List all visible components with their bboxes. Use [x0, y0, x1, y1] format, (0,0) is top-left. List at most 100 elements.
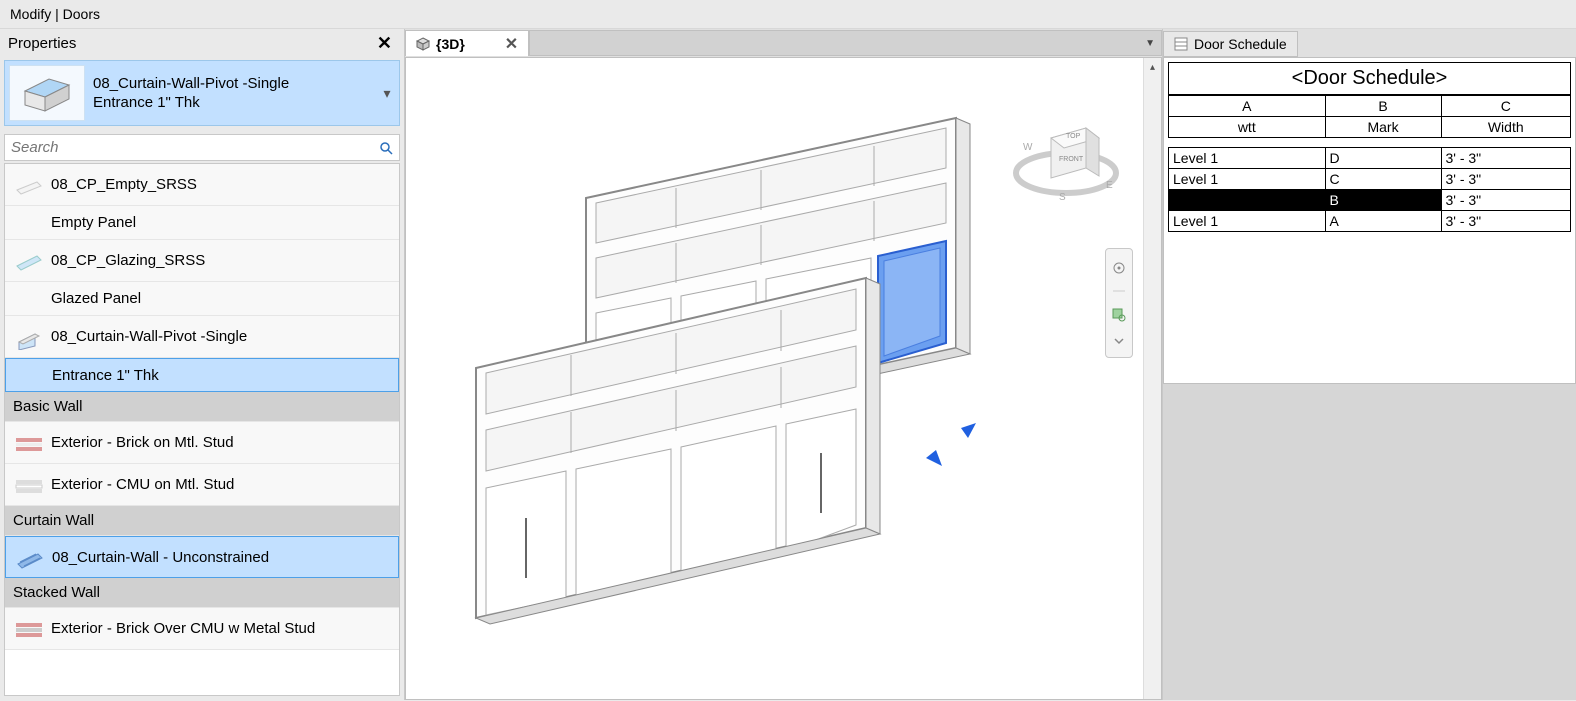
- schedule-cell[interactable]: D: [1325, 148, 1441, 169]
- properties-header-label: Properties: [8, 35, 76, 52]
- type-list-item[interactable]: 08_Curtain-Wall - Unconstrained: [5, 536, 399, 578]
- type-list-item[interactable]: 08_CP_Empty_SRSS: [5, 164, 399, 206]
- properties-panel: Properties ✕ 08_Curtain-Wall-Pivot -Sing…: [0, 29, 405, 700]
- type-item-label: Exterior - Brick Over CMU w Metal Stud: [51, 620, 315, 637]
- search-field[interactable]: [11, 139, 379, 156]
- view-cube[interactable]: W E S TOP FRONT: [1011, 98, 1121, 208]
- schedule-cell[interactable]: 3' - 3": [1441, 148, 1571, 169]
- type-icon: [11, 428, 47, 458]
- type-list-item[interactable]: Exterior - CMU on Mtl. Stud: [5, 464, 399, 506]
- tab-strip: ▼: [529, 30, 1162, 56]
- schedule-col-letter[interactable]: C: [1441, 96, 1571, 117]
- type-list-item[interactable]: 08_Curtain-Wall-Pivot -Single: [5, 316, 399, 358]
- scroll-up-icon[interactable]: ▴: [1144, 58, 1161, 76]
- search-icon[interactable]: [379, 141, 393, 155]
- schedule-table[interactable]: ABCwttMarkWidthLevel 1D3' - 3"Level 1C3'…: [1168, 95, 1571, 232]
- schedule-col-name[interactable]: wtt: [1169, 117, 1326, 138]
- type-item-label: Entrance 1" Thk: [52, 367, 159, 384]
- type-icon: [11, 470, 47, 500]
- type-item-label: Glazed Panel: [51, 290, 141, 307]
- type-item-label: Exterior - CMU on Mtl. Stud: [51, 476, 234, 493]
- type-list: 08_CP_Empty_SRSS Empty Panel 08_CP_Glazing…: [4, 163, 400, 696]
- type-group-header: Stacked Wall: [5, 578, 399, 608]
- close-icon[interactable]: ✕: [373, 33, 396, 54]
- properties-header: Properties ✕: [0, 29, 404, 58]
- chevron-down-icon[interactable]: ▾: [379, 85, 395, 102]
- tab-overflow-icon[interactable]: ▼: [1145, 38, 1155, 49]
- schedule-title: <Door Schedule>: [1168, 62, 1571, 95]
- type-item-label: Basic Wall: [13, 398, 82, 415]
- type-item-label: 08_CP_Glazing_SRSS: [51, 252, 205, 269]
- schedule-cell[interactable]: A: [1325, 211, 1441, 232]
- schedule-col-letter[interactable]: B: [1325, 96, 1441, 117]
- navigation-bar[interactable]: [1105, 248, 1133, 358]
- type-item-label: Exterior - Brick on Mtl. Stud: [51, 434, 234, 451]
- view-tabs: {3D} ✕ ▼: [405, 29, 1162, 57]
- schedule-row[interactable]: B3' - 3": [1169, 190, 1571, 211]
- type-group-header: Basic Wall: [5, 392, 399, 422]
- schedule-icon: [1174, 37, 1188, 51]
- schedule-cell[interactable]: 3' - 3": [1441, 169, 1571, 190]
- schedule-cell[interactable]: 3' - 3": [1441, 211, 1571, 232]
- type-icon: [11, 614, 47, 644]
- type-icon: [12, 542, 48, 572]
- type-list-item[interactable]: Glazed Panel: [5, 282, 399, 316]
- navcube-e: E: [1106, 180, 1113, 191]
- type-list-item[interactable]: Entrance 1" Thk: [5, 358, 399, 392]
- type-icon: [11, 322, 47, 352]
- schedule-cell[interactable]: B: [1325, 190, 1441, 211]
- navcube-top: TOP: [1066, 133, 1081, 140]
- schedule-cell[interactable]: C: [1325, 169, 1441, 190]
- type-icon: [11, 246, 47, 276]
- chevron-down-icon[interactable]: [1111, 336, 1127, 346]
- type-group-header: Curtain Wall: [5, 506, 399, 536]
- type-item-label: 08_Curtain-Wall - Unconstrained: [52, 549, 269, 566]
- type-list-item[interactable]: Empty Panel: [5, 206, 399, 240]
- pan-icon[interactable]: [1111, 260, 1127, 276]
- schedule-row[interactable]: Level 1C3' - 3": [1169, 169, 1571, 190]
- type-list-item[interactable]: Exterior - Brick on Mtl. Stud: [5, 422, 399, 464]
- type-item-label: Curtain Wall: [13, 512, 94, 529]
- title-bar: Modify | Doors: [0, 0, 1576, 29]
- schedule-body: <Door Schedule> ABCwttMarkWidthLevel 1D3…: [1163, 57, 1576, 384]
- type-list-item[interactable]: 08_CP_Glazing_SRSS: [5, 240, 399, 282]
- zoom-region-icon[interactable]: [1111, 307, 1127, 323]
- type-selector-text: 08_Curtain-Wall-Pivot -Single Entrance 1…: [85, 74, 379, 113]
- type-item-label: Stacked Wall: [13, 584, 100, 601]
- type-selector[interactable]: 08_Curtain-Wall-Pivot -Single Entrance 1…: [4, 60, 400, 126]
- type-item-label: 08_CP_Empty_SRSS: [51, 176, 197, 193]
- type-item-label: Empty Panel: [51, 214, 136, 231]
- schedule-cell[interactable]: Level 1: [1169, 211, 1326, 232]
- vertical-scrollbar[interactable]: ▴: [1143, 58, 1161, 699]
- schedule-cell[interactable]: [1169, 190, 1326, 211]
- schedule-cell[interactable]: Level 1: [1169, 148, 1326, 169]
- view-tab-label: {3D}: [436, 36, 465, 52]
- view-tab-3d[interactable]: {3D} ✕: [405, 30, 529, 56]
- navcube-w: W: [1023, 142, 1033, 153]
- schedule-panel: Door Schedule <Door Schedule> ABCwttMark…: [1162, 29, 1576, 700]
- tab-close-icon[interactable]: ✕: [505, 34, 518, 54]
- schedule-tabs: Door Schedule: [1163, 29, 1576, 57]
- type-name: 08_Curtain-Wall-Pivot -Single: [93, 74, 371, 94]
- separator-icon: [1111, 289, 1127, 293]
- schedule-cell[interactable]: 3' - 3": [1441, 190, 1571, 211]
- cube-icon: [416, 37, 430, 51]
- schedule-tab-label: Door Schedule: [1194, 36, 1287, 52]
- type-icon: [11, 170, 47, 200]
- schedule-row[interactable]: Level 1D3' - 3": [1169, 148, 1571, 169]
- schedule-row[interactable]: Level 1A3' - 3": [1169, 211, 1571, 232]
- schedule-col-name[interactable]: Width: [1441, 117, 1571, 138]
- search-input[interactable]: [4, 134, 400, 161]
- viewport-3d[interactable]: W E S TOP FRONT ▴: [405, 57, 1162, 700]
- navcube-front: FRONT: [1059, 156, 1084, 163]
- view-area: {3D} ✕ ▼: [405, 29, 1162, 700]
- schedule-cell[interactable]: Level 1: [1169, 169, 1326, 190]
- schedule-col-name[interactable]: Mark: [1325, 117, 1441, 138]
- schedule-tab[interactable]: Door Schedule: [1163, 31, 1298, 57]
- schedule-col-letter[interactable]: A: [1169, 96, 1326, 117]
- type-thumbnail: [9, 65, 85, 121]
- type-list-item[interactable]: Exterior - Brick Over CMU w Metal Stud: [5, 608, 399, 650]
- type-item-label: 08_Curtain-Wall-Pivot -Single: [51, 328, 247, 345]
- type-subname: Entrance 1" Thk: [93, 93, 371, 113]
- navcube-s: S: [1059, 192, 1066, 203]
